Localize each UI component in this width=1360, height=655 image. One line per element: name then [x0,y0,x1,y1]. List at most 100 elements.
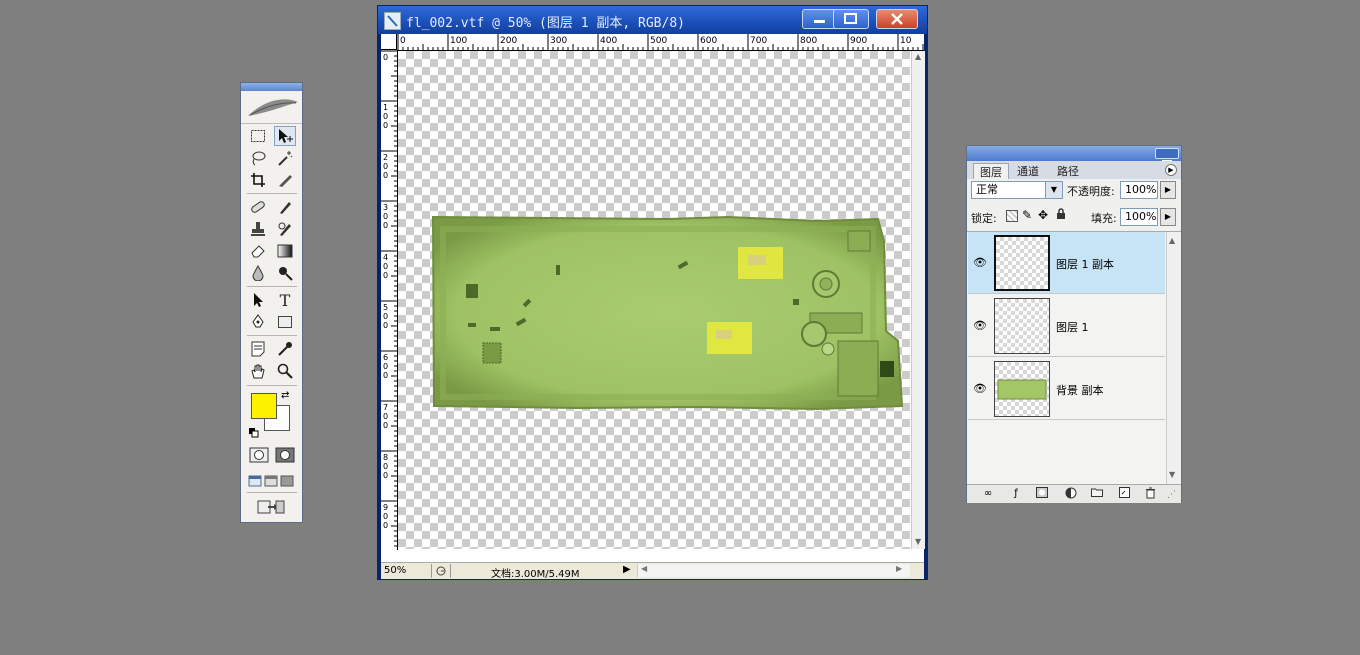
hand-tool-icon[interactable] [247,361,269,381]
lock-transparent-pixels-icon[interactable] [1006,210,1018,222]
jump-to-imageready-icon[interactable] [253,497,289,517]
ruler-h-label: 200 [500,36,517,46]
path-selection-tool-icon[interactable] [247,290,269,310]
horizontal-ruler[interactable]: 0 100 200 300 400 500 600 700 800 900 10 [397,34,924,51]
lock-position-icon[interactable]: ✥ [1038,208,1048,222]
ruler-v-label: 0 [383,321,388,330]
blur-tool-icon[interactable] [247,263,269,283]
dropdown-arrow-icon[interactable]: ▼ [1045,182,1062,198]
layer-row[interactable]: 👁 图层 1 [968,295,1165,357]
new-group-icon[interactable] [1090,487,1104,500]
layer-name: 背景 副本 [1056,384,1104,397]
rectangle-shape-tool-icon[interactable] [274,312,296,332]
toolbox-titlebar[interactable] [241,83,302,91]
new-layer-icon[interactable] [1117,487,1131,500]
visibility-eye-icon[interactable]: 👁 [973,256,987,269]
zoom-tool-icon[interactable] [274,361,296,381]
image-canvas[interactable] [398,51,910,549]
tab-paths[interactable]: 路径 [1051,163,1085,178]
ruler-v-label: 0 [383,53,388,62]
fill-input[interactable]: 100% [1120,208,1158,226]
lasso-tool-icon[interactable] [247,148,269,168]
close-button[interactable] [876,9,918,29]
clone-stamp-tool-icon[interactable] [247,219,269,239]
full-screen-menu-mode-icon[interactable] [263,471,279,491]
standard-screen-mode-icon[interactable] [247,471,263,491]
document-title: fl_002.vtf @ 50% (图层 1 副本, RGB/8) [406,16,685,31]
ruler-h-label: 100 [450,36,467,46]
toolbox-divider [247,385,297,386]
ruler-h-label: 700 [750,36,767,46]
scroll-left-arrow-icon[interactable]: ◀ [641,564,647,573]
healing-brush-tool-icon[interactable] [247,197,269,217]
visibility-eye-icon[interactable]: 👁 [973,382,987,395]
scroll-up-arrow-icon[interactable]: ▲ [915,52,921,61]
vertical-ruler[interactable]: 01002003004005006007008009001 [381,50,398,550]
notes-tool-icon[interactable] [247,339,269,359]
move-tool-icon[interactable] [274,126,296,146]
layers-panel-titlebar[interactable] [967,146,1181,162]
link-layers-icon[interactable]: ∞ [981,487,995,500]
opacity-slider-toggle-icon[interactable]: ▶ [1160,181,1176,199]
full-screen-mode-icon[interactable] [279,471,295,491]
ruler-v-label: 0 [383,512,388,521]
opacity-input[interactable]: 100% [1120,181,1158,199]
status-menu-icon[interactable] [431,564,451,578]
layer-style-icon[interactable]: ƒ [1009,487,1023,500]
magic-wand-tool-icon[interactable] [274,148,296,168]
history-brush-tool-icon[interactable] [274,219,296,239]
document-titlebar[interactable]: fl_002.vtf @ 50% (图层 1 副本, RGB/8) [378,6,927,34]
scroll-down-arrow-icon[interactable]: ▼ [915,537,921,546]
eyedropper-tool-icon[interactable] [274,339,296,359]
ruler-h-label: 800 [800,36,817,46]
add-mask-icon[interactable] [1035,487,1049,500]
type-tool-icon[interactable]: T [274,290,296,310]
zoom-level-field[interactable]: 50% [384,565,406,576]
quick-mask-mode-icon[interactable] [274,445,296,465]
status-popup-arrow-icon[interactable]: ▶ [623,564,631,575]
toolbox-panel: T ⇄ [240,82,303,523]
document-content: 0 100 200 300 400 500 600 700 800 900 10 010020030… [381,34,925,580]
default-colors-icon[interactable] [249,423,259,438]
foreground-color-swatch[interactable] [251,393,277,419]
tab-layers[interactable]: 图层 [973,163,1009,179]
pen-tool-icon[interactable] [247,312,269,332]
vertical-scrollbar[interactable]: ▲ ▼ [911,51,925,549]
ruler-v-label: 0 [383,221,388,230]
slice-tool-icon[interactable] [274,170,296,190]
scroll-right-arrow-icon[interactable]: ▶ [896,564,902,573]
ruler-origin[interactable] [381,34,397,50]
layer-thumbnail [994,361,1050,417]
layer-row[interactable]: 👁 图层 1 副本 [968,232,1165,294]
scroll-up-arrow-icon[interactable]: ▲ [1169,236,1175,245]
layer-row[interactable]: 👁 背景 副本 [968,358,1165,420]
ruler-v-label: 0 [383,362,388,371]
lock-label: 锁定: [971,212,997,225]
standard-mode-icon[interactable] [248,445,270,465]
dodge-tool-icon[interactable] [274,263,296,283]
panel-menu-arrow-icon[interactable]: ▶ [1165,164,1177,176]
eraser-tool-icon[interactable] [247,241,269,261]
horizontal-scrollbar[interactable]: ◀ ▶ [637,564,910,577]
rectangular-marquee-tool-icon[interactable] [247,126,269,146]
visibility-eye-icon[interactable]: 👁 [973,319,987,332]
layers-scrollbar[interactable]: ▲ ▼ [1166,232,1180,485]
brush-tool-icon[interactable] [274,197,296,217]
ruler-v-label: 0 [383,171,388,180]
adjustment-layer-icon[interactable] [1064,487,1078,500]
feather-logo-icon[interactable] [241,91,302,124]
blend-mode-select[interactable]: 正常 ▼ [971,181,1063,199]
tab-channels[interactable]: 通道 [1011,163,1045,178]
fill-slider-toggle-icon[interactable]: ▶ [1160,208,1176,226]
swap-colors-icon[interactable]: ⇄ [281,390,289,401]
lock-all-icon[interactable] [1056,208,1066,223]
ruler-v-label: 0 [383,521,388,530]
restore-button[interactable] [833,9,869,29]
lock-image-pixels-icon[interactable]: ✎ [1022,208,1032,222]
crop-tool-icon[interactable] [247,170,269,190]
delete-layer-icon[interactable] [1143,487,1157,500]
resize-grip-icon[interactable]: ⋰ [1167,490,1176,500]
gradient-tool-icon[interactable] [274,241,296,261]
scroll-down-arrow-icon[interactable]: ▼ [1169,470,1175,479]
panel-minimize-button[interactable] [1155,148,1179,162]
